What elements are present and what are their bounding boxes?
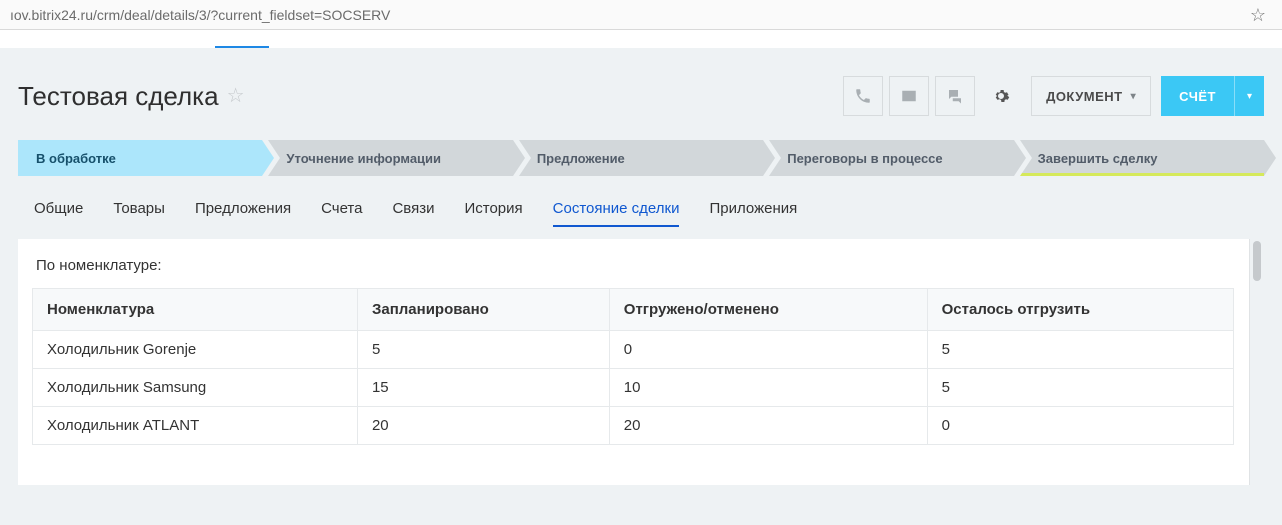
document-button-label: ДОКУМЕНТ bbox=[1046, 89, 1123, 104]
stage-label: Переговоры в процессе bbox=[787, 151, 942, 166]
tab-quotes[interactable]: Предложения bbox=[195, 194, 291, 227]
col-remaining: Осталось отгрузить bbox=[927, 289, 1233, 331]
chevron-down-icon: ▾ bbox=[1131, 91, 1137, 102]
col-planned: Запланировано bbox=[357, 289, 609, 331]
stage-finish[interactable]: Завершить сделку bbox=[1020, 140, 1264, 176]
cell-name: Холодильник Samsung bbox=[33, 369, 358, 407]
section-title: По номенклатуре: bbox=[36, 257, 1250, 274]
cell-shipped: 10 bbox=[609, 369, 927, 407]
mail-icon bbox=[900, 87, 918, 105]
col-nomenclature: Номенклатура bbox=[33, 289, 358, 331]
invoice-button[interactable]: СЧЁТ bbox=[1161, 76, 1234, 116]
table-row: Холодильник Samsung 15 10 5 bbox=[33, 369, 1234, 407]
cell-shipped: 0 bbox=[609, 331, 927, 369]
cell-planned: 5 bbox=[357, 331, 609, 369]
cell-planned: 20 bbox=[357, 407, 609, 445]
window-stripe bbox=[0, 30, 1282, 48]
invoice-dropdown-button[interactable]: ▾ bbox=[1234, 76, 1264, 116]
page-title-text: Тестовая сделка bbox=[18, 81, 219, 112]
stage-negotiation[interactable]: Переговоры в процессе bbox=[769, 140, 1013, 176]
stage-proposal[interactable]: Предложение bbox=[519, 140, 763, 176]
document-button[interactable]: ДОКУМЕНТ ▾ bbox=[1031, 76, 1151, 116]
table-header-row: Номенклатура Запланировано Отгружено/отм… bbox=[33, 289, 1234, 331]
chat-button[interactable] bbox=[935, 76, 975, 116]
invoice-split-button: СЧЁТ ▾ bbox=[1161, 76, 1264, 116]
stage-clarification[interactable]: Уточнение информации bbox=[268, 140, 512, 176]
settings-button[interactable] bbox=[981, 76, 1021, 116]
stage-label: В обработке bbox=[36, 151, 116, 166]
phone-icon bbox=[854, 87, 872, 105]
invoice-button-label: СЧЁТ bbox=[1179, 89, 1216, 104]
deal-stage-bar: В обработке Уточнение информации Предлож… bbox=[0, 140, 1282, 194]
deal-tabs: Общие Товары Предложения Счета Связи Ист… bbox=[0, 194, 1282, 239]
page-title: Тестовая сделка ☆ bbox=[18, 81, 245, 112]
scrollbar-thumb[interactable] bbox=[1253, 241, 1261, 281]
chevron-down-icon: ▾ bbox=[1247, 91, 1252, 102]
deal-header: Тестовая сделка ☆ ДОКУМЕНТ ▾ СЧЁТ ▾ bbox=[0, 48, 1282, 140]
chat-icon bbox=[946, 87, 964, 105]
stage-label: Уточнение информации bbox=[286, 151, 441, 166]
cell-name: Холодильник Gorenje bbox=[33, 331, 358, 369]
content-panel: По номенклатуре: Номенклатура Запланиров… bbox=[18, 239, 1264, 485]
favorite-star-icon[interactable]: ☆ bbox=[227, 86, 245, 106]
email-button[interactable] bbox=[889, 76, 929, 116]
call-button[interactable] bbox=[843, 76, 883, 116]
cell-planned: 15 bbox=[357, 369, 609, 407]
tab-invoices[interactable]: Счета bbox=[321, 194, 362, 227]
url-text: ıov.bitrix24.ru/crm/deal/details/3/?curr… bbox=[10, 0, 390, 30]
stage-label: Предложение bbox=[537, 151, 625, 166]
bookmark-star-icon[interactable]: ☆ bbox=[1250, 0, 1272, 30]
browser-address-bar[interactable]: ıov.bitrix24.ru/crm/deal/details/3/?curr… bbox=[0, 0, 1282, 30]
col-shipped: Отгружено/отменено bbox=[609, 289, 927, 331]
table-row: Холодильник Gorenje 5 0 5 bbox=[33, 331, 1234, 369]
cell-name: Холодильник ATLANT bbox=[33, 407, 358, 445]
tab-deal-status[interactable]: Состояние сделки bbox=[553, 194, 680, 227]
tab-general[interactable]: Общие bbox=[34, 194, 83, 227]
cell-shipped: 20 bbox=[609, 407, 927, 445]
table-row: Холодильник ATLANT 20 20 0 bbox=[33, 407, 1234, 445]
nomenclature-table: Номенклатура Запланировано Отгружено/отм… bbox=[32, 288, 1234, 445]
tab-applications[interactable]: Приложения bbox=[709, 194, 797, 227]
stage-processing[interactable]: В обработке bbox=[18, 140, 262, 176]
tab-history[interactable]: История bbox=[464, 194, 522, 227]
cell-remaining: 5 bbox=[927, 331, 1233, 369]
tab-links[interactable]: Связи bbox=[392, 194, 434, 227]
gear-icon bbox=[992, 87, 1010, 105]
stage-label: Завершить сделку bbox=[1038, 151, 1158, 166]
tab-products[interactable]: Товары bbox=[113, 194, 165, 227]
cell-remaining: 5 bbox=[927, 369, 1233, 407]
cell-remaining: 0 bbox=[927, 407, 1233, 445]
